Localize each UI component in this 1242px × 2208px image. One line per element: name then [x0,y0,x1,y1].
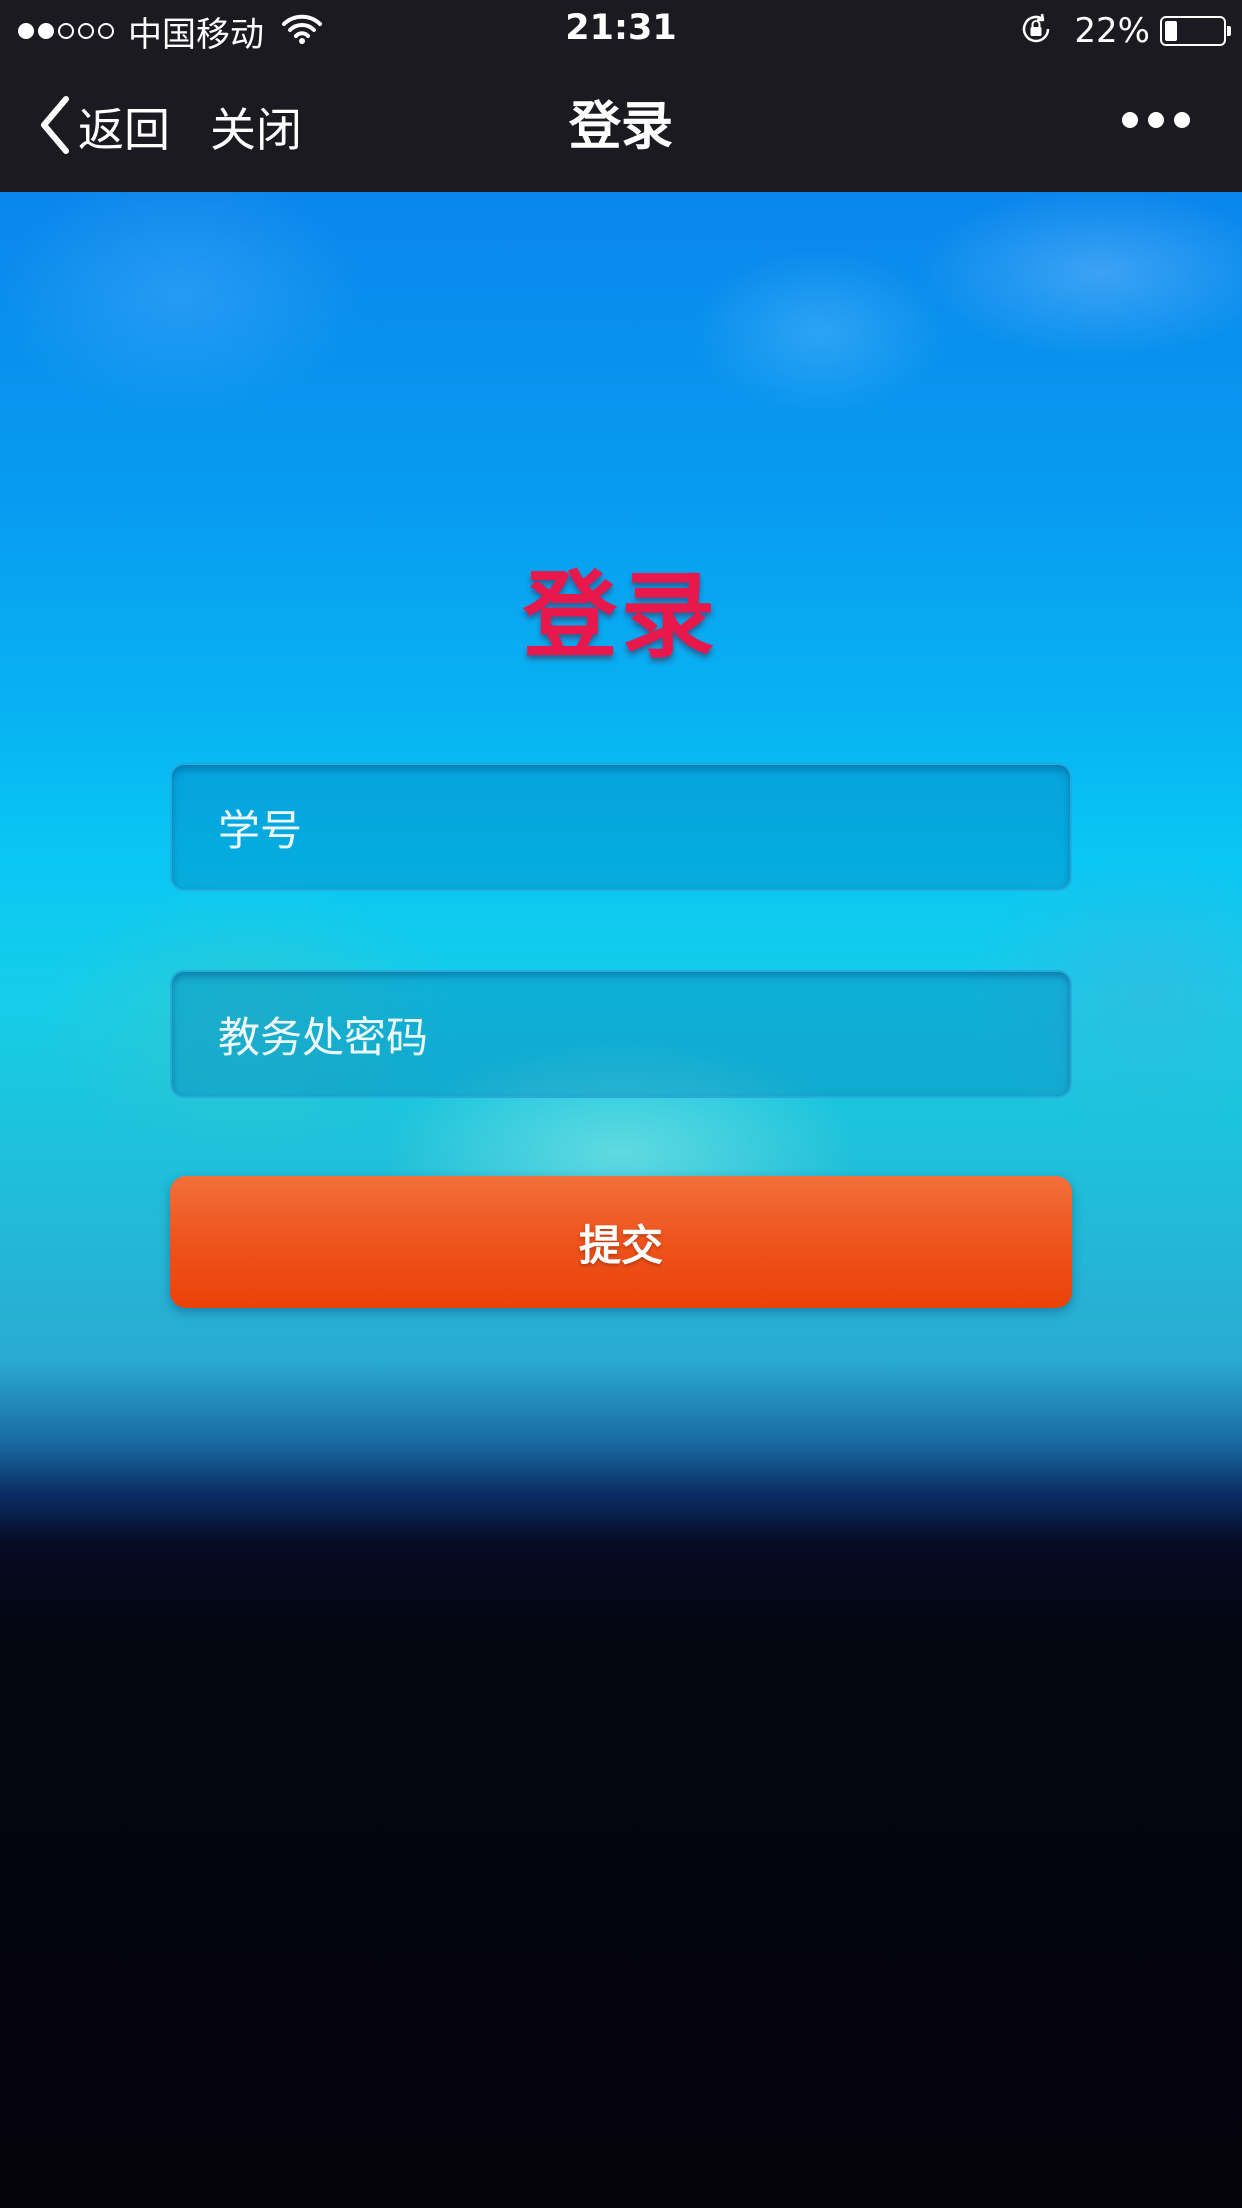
status-right: 22% [1018,10,1231,52]
student-id-placeholder: 学号 [218,805,303,855]
battery-percent: 22% [1074,11,1150,51]
submit-label: 提交 [578,1220,663,1270]
rotation-lock-icon [1018,11,1054,51]
battery-level [1165,21,1177,41]
nav-bar: 返回 关闭 登录 [0,62,1242,192]
battery-tip [1227,26,1231,36]
login-screen: 中国移动 21:31 22% 返回 关闭 登录 登录 学号 教务处密码 提交 [0,0,1242,2208]
student-id-input[interactable]: 学号 [170,763,1072,891]
more-dot [1122,112,1138,128]
more-dots-icon[interactable] [1122,112,1190,128]
submit-button[interactable]: 提交 [170,1176,1072,1308]
nav-title: 登录 [568,97,673,157]
page-heading: 登录 [522,562,719,671]
password-placeholder: 教务处密码 [218,1012,429,1062]
more-dot [1148,112,1164,128]
more-dot [1174,112,1190,128]
status-bar: 中国移动 21:31 22% [0,0,1242,62]
battery-icon [1160,16,1231,46]
password-input[interactable]: 教务处密码 [170,970,1072,1098]
